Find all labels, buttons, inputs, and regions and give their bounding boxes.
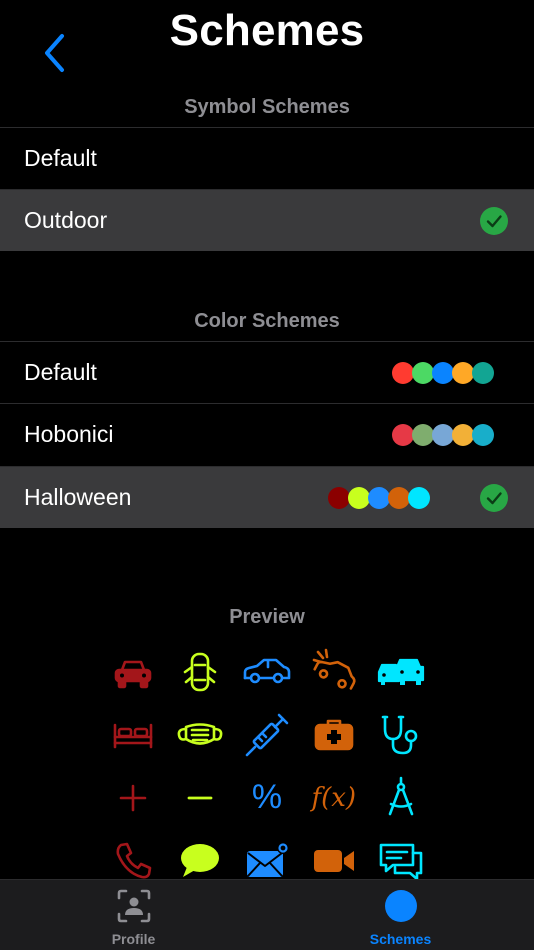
syringe-icon xyxy=(234,703,301,766)
stethoscope-icon xyxy=(367,703,434,766)
tab-profile[interactable]: Profile xyxy=(0,880,267,950)
car-front-icon xyxy=(100,640,167,703)
symbol-scheme-outdoor[interactable]: Outdoor xyxy=(0,189,534,251)
row-label: Hobonici xyxy=(24,421,114,447)
schemes-screen: Schemes Symbol Schemes Default Outdoor C… xyxy=(0,0,534,950)
row-label: Halloween xyxy=(24,484,132,510)
preview-grid: % f(x) xyxy=(100,640,434,892)
preview-row: % f(x) xyxy=(100,766,434,829)
symbol-schemes-header: Symbol Schemes xyxy=(184,96,350,118)
profile-scan-icon xyxy=(117,889,150,923)
row-label: Outdoor xyxy=(24,207,108,233)
color-schemes-header: Color Schemes xyxy=(194,310,340,332)
tab-schemes[interactable]: Schemes xyxy=(267,880,534,950)
tab-label: Schemes xyxy=(369,931,432,947)
color-swatch xyxy=(408,486,430,509)
minus-icon xyxy=(167,766,234,829)
color-scheme-hobonici[interactable]: Hobonici xyxy=(0,403,534,465)
color-swatch xyxy=(432,361,454,384)
color-swatch xyxy=(432,423,454,446)
percent-icon: % xyxy=(251,778,283,816)
car-side-icon xyxy=(234,640,301,703)
color-swatch xyxy=(368,486,390,509)
tab-label: Profile xyxy=(111,931,156,947)
page-title: Schemes xyxy=(169,6,365,55)
car-doors-open-icon xyxy=(167,640,234,703)
symbol-scheme-default[interactable]: Default xyxy=(0,127,534,189)
color-swatch xyxy=(412,423,434,446)
row-label: Default xyxy=(24,145,97,171)
color-scheme-halloween[interactable]: Halloween xyxy=(0,466,534,528)
function-icon: f(x) xyxy=(311,782,357,813)
color-swatch xyxy=(472,423,494,446)
color-swatches xyxy=(392,361,494,384)
color-swatch xyxy=(392,361,414,384)
circle-icon xyxy=(384,890,417,922)
preview-header: Preview xyxy=(229,606,305,628)
color-scheme-default[interactable]: Default xyxy=(0,341,534,403)
preview-row xyxy=(100,640,434,703)
color-swatch xyxy=(328,486,350,509)
checkmark-icon xyxy=(480,483,508,512)
color-swatches xyxy=(392,423,494,446)
color-swatch xyxy=(348,486,370,509)
face-mask-icon xyxy=(167,703,234,766)
checkmark-icon xyxy=(480,206,508,235)
color-swatch xyxy=(452,423,474,446)
compass-drafting-icon xyxy=(367,766,434,829)
color-swatch xyxy=(452,361,474,384)
plus-icon xyxy=(100,766,167,829)
color-swatch xyxy=(388,486,410,509)
bed-icon xyxy=(100,703,167,766)
car-crash-icon xyxy=(300,640,367,703)
row-label: Default xyxy=(24,359,97,385)
color-swatch xyxy=(472,361,494,384)
first-aid-kit-icon xyxy=(300,703,367,766)
color-swatch xyxy=(392,423,414,446)
color-swatches xyxy=(328,486,430,509)
preview-row xyxy=(100,703,434,766)
color-swatch xyxy=(412,361,434,384)
tab-bar: Profile Schemes xyxy=(0,879,534,950)
cars-icon xyxy=(367,640,434,703)
